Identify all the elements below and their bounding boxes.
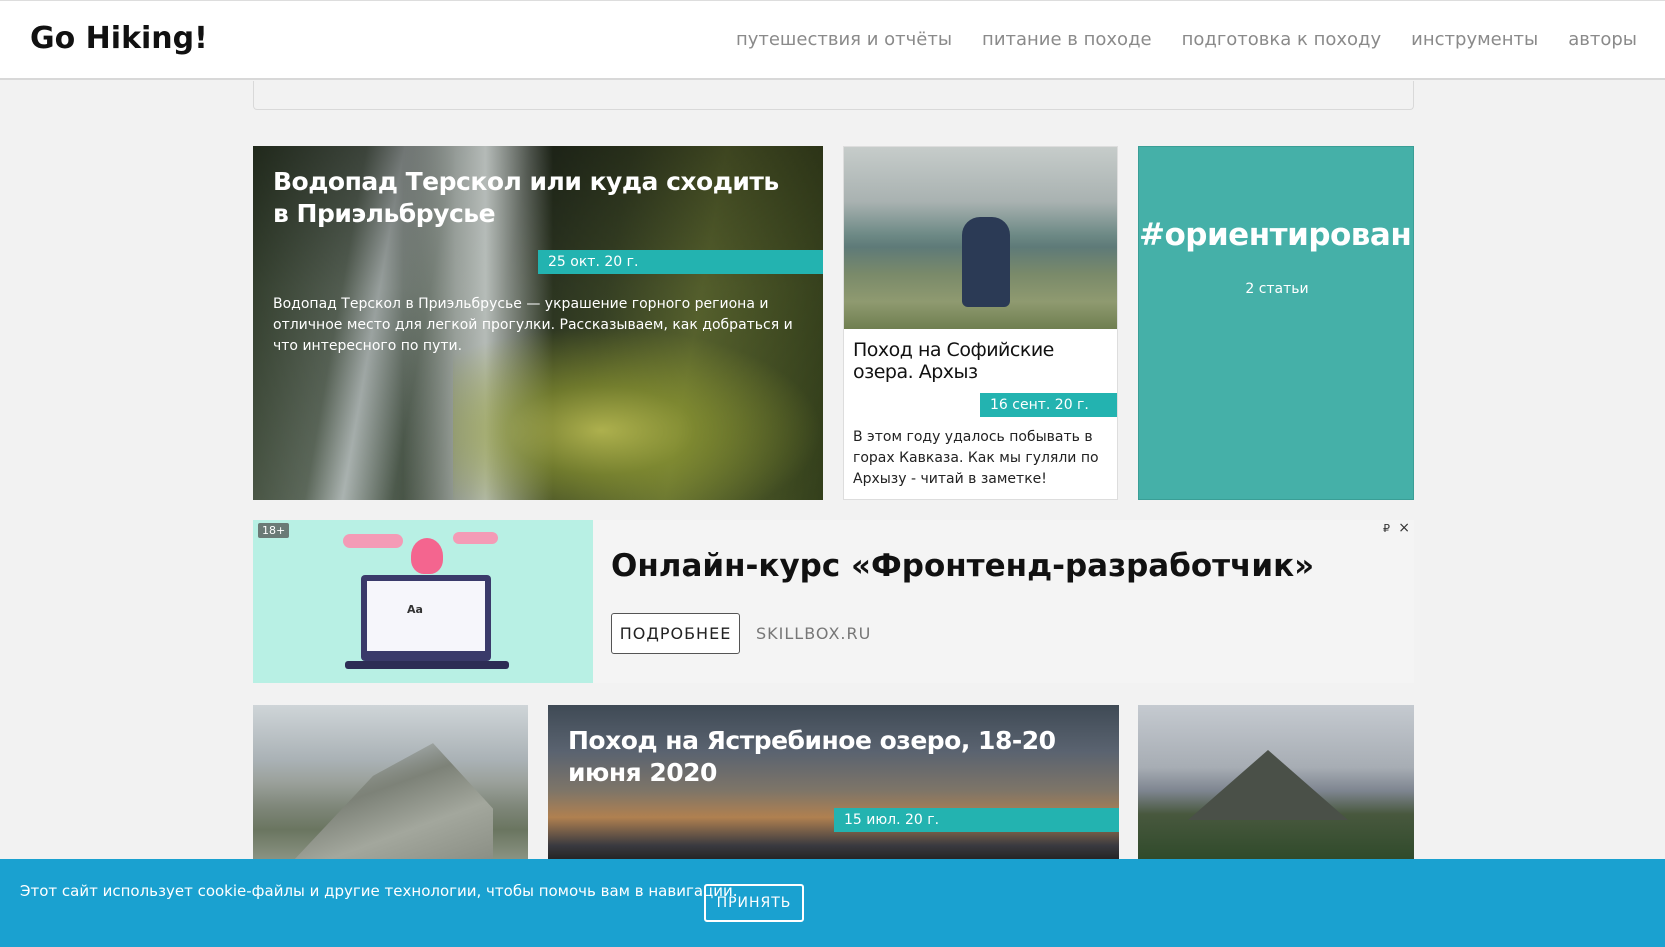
ad-domain[interactable]: SKILLBOX.RU <box>756 624 871 643</box>
nav-item-food[interactable]: питание в походе <box>982 29 1152 50</box>
post-date: 16 сент. 20 г. <box>980 393 1117 417</box>
ad-more-button[interactable]: ПОДРОБНЕЕ <box>611 613 740 654</box>
laptop-illustration: Aa <box>361 575 491 661</box>
cloud-icon <box>343 534 403 548</box>
post-card-hawk-lake[interactable]: Поход на Ястребиное озеро, 18-20 июня 20… <box>548 705 1119 861</box>
post-photo <box>844 147 1117 329</box>
empty-bar <box>253 81 1414 110</box>
featured-post-title[interactable]: Водопад Терскол или куда сходить в Приэл… <box>273 166 793 230</box>
cookie-text: Этот сайт использует cookie-файлы и друг… <box>20 882 738 900</box>
laptop-screen: Aa <box>367 581 485 651</box>
accept-cookies-button[interactable]: ПРИНЯТЬ <box>704 884 804 922</box>
ad-title[interactable]: Онлайн-курс «Фронтенд-разработчик» <box>611 548 1314 584</box>
cloud-icon <box>453 532 498 544</box>
cookie-banner: Этот сайт использует cookie-файлы и друг… <box>0 859 1665 947</box>
post-card-mountain[interactable] <box>1138 705 1414 861</box>
post-card-ridge[interactable] <box>253 705 528 861</box>
ad-ruble-icon[interactable]: ₽ <box>1383 522 1390 535</box>
nav-item-travel[interactable]: путешествия и отчёты <box>736 29 952 50</box>
nav-item-preparation[interactable]: подготовка к походу <box>1182 29 1382 50</box>
mountain-photo <box>1188 750 1348 820</box>
post-title[interactable]: Поход на Софийские озера. Архыз <box>853 339 1113 383</box>
site-header: Go Hiking! путешествия и отчёты питание … <box>0 0 1665 80</box>
post-date: 15 июл. 20 г. <box>834 808 1119 832</box>
featured-post-excerpt: Водопад Терскол в Приэльбрусье — украшен… <box>273 296 793 354</box>
hiker-figure <box>962 217 1010 307</box>
site-logo[interactable]: Go Hiking! <box>30 21 208 56</box>
nav-item-tools[interactable]: инструменты <box>1411 29 1538 50</box>
post-title[interactable]: Поход на Ястребиное озеро, 18-20 июня 20… <box>568 725 1088 789</box>
featured-post-card[interactable]: Водопад Терскол или куда сходить в Приэл… <box>253 146 823 500</box>
post-excerpt: В этом году удалось побывать в горах Кав… <box>853 429 1099 487</box>
tag-card[interactable]: #ориентирование 2 статьи <box>1138 146 1414 500</box>
featured-post-date: 25 окт. 20 г. <box>538 250 823 274</box>
nav-item-authors[interactable]: авторы <box>1568 29 1637 50</box>
laptop-base <box>345 661 509 669</box>
rocky-ridge-photo <box>293 743 493 861</box>
lightbulb-icon <box>411 538 443 574</box>
tag-article-count: 2 статьи <box>1245 281 1309 297</box>
ad-banner[interactable]: 18+ Aa Онлайн-курс «Фронтенд-разработчик… <box>253 520 1414 683</box>
tag-name[interactable]: #ориентирование <box>1139 217 1413 253</box>
screen-text: Aa <box>407 603 423 616</box>
main-nav: путешествия и отчёты питание в походе по… <box>736 29 1637 50</box>
age-rating-badge: 18+ <box>258 523 290 538</box>
post-card-sofia-lakes[interactable]: Поход на Софийские озера. Архыз 16 сент.… <box>843 146 1118 500</box>
close-icon[interactable]: × <box>1398 520 1410 536</box>
ad-image[interactable]: 18+ Aa <box>253 520 593 683</box>
